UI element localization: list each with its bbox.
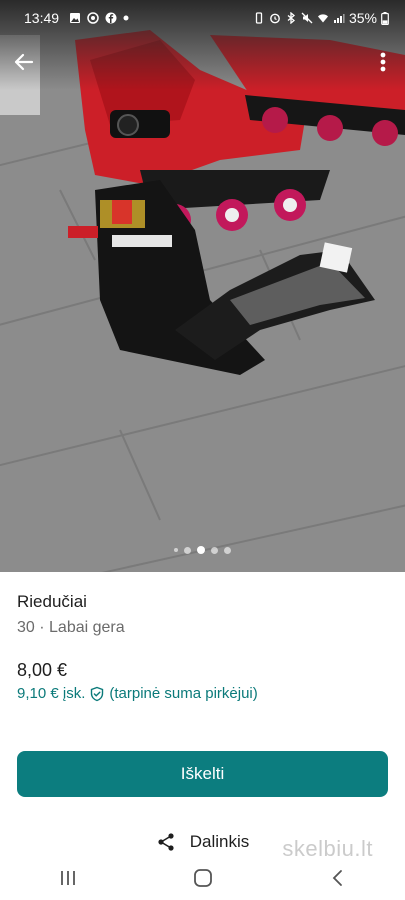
podcast-notification-icon — [87, 12, 99, 24]
listing-subtitle: 30 · Labai gera — [17, 619, 125, 636]
gallery-notification-icon — [70, 13, 81, 23]
facebook-notification-icon — [105, 12, 117, 24]
home-button[interactable] — [173, 858, 233, 898]
carousel-dot[interactable] — [174, 548, 178, 552]
carousel-dot[interactable] — [211, 546, 218, 554]
system-nav-bar — [0, 856, 405, 900]
bluetooth-icon — [287, 12, 295, 24]
buyer-price: 9,10 € įsk. — [17, 685, 86, 702]
battery-percent: 35% — [348, 10, 377, 26]
more-notifications-dot-icon — [123, 15, 129, 21]
signal-icon — [333, 14, 345, 23]
carousel-dot-active[interactable] — [197, 546, 205, 554]
carousel-dot[interactable] — [184, 546, 191, 554]
buyer-price-row[interactable]: 9,10 € įsk. (tarpinė suma pirkėjui) — [17, 685, 258, 702]
mute-icon — [301, 12, 313, 24]
recents-button[interactable] — [38, 858, 98, 898]
listing-price: 8,00 € — [17, 660, 68, 680]
carousel-dot[interactable] — [224, 546, 231, 554]
buyer-price-note: (tarpinė suma pirkėjui) — [109, 685, 258, 702]
carousel-indicator[interactable] — [0, 546, 405, 554]
listing-title: Riedučiai — [17, 592, 87, 611]
more-options-button[interactable] — [373, 48, 393, 76]
share-icon — [158, 833, 174, 851]
wifi-icon — [317, 14, 328, 23]
bump-listing-label: Iškelti — [180, 764, 225, 783]
back-chevron-icon — [332, 870, 342, 886]
recents-icon — [60, 871, 75, 885]
share-label: Dalinkis — [189, 832, 250, 851]
alarm-icon — [270, 13, 280, 24]
more-vert-icon — [380, 52, 386, 72]
arrow-left-icon — [14, 53, 34, 71]
shield-check-icon — [91, 686, 104, 701]
status-bar: 13:49 35% — [0, 0, 405, 36]
status-time: 13:49 — [24, 10, 60, 26]
battery-icon — [381, 11, 389, 25]
back-nav-button[interactable] — [308, 858, 368, 898]
home-icon — [193, 869, 212, 887]
back-button[interactable] — [10, 48, 38, 76]
vibrate-icon — [255, 12, 263, 24]
bump-listing-button[interactable]: Iškelti — [17, 751, 388, 797]
